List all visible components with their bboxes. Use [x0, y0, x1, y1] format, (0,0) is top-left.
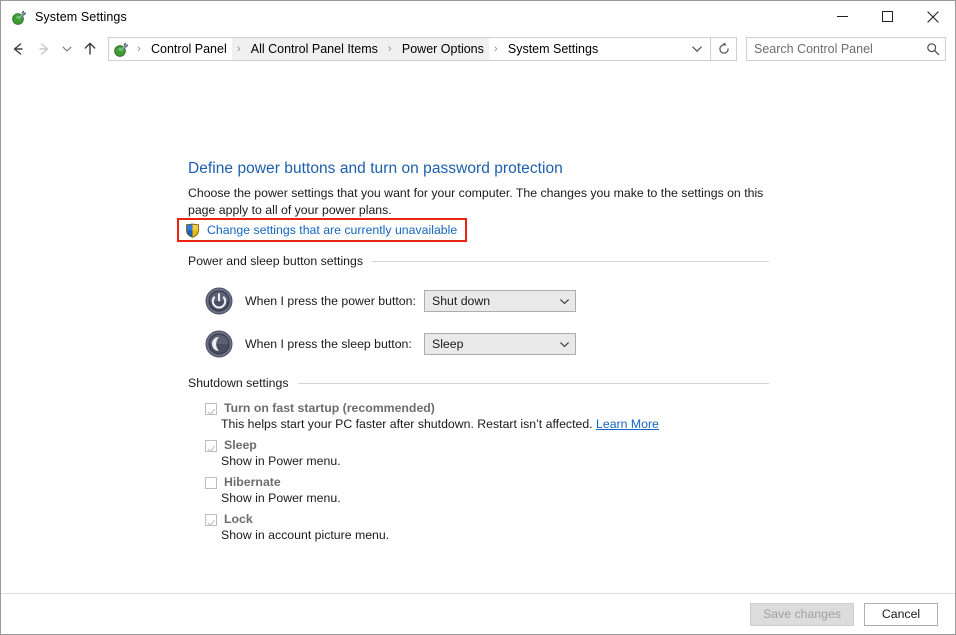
sleep-button-action-select[interactable]: Sleep: [424, 333, 576, 355]
shutdown-section-label: Shutdown settings: [188, 376, 289, 390]
window-controls: [820, 1, 955, 32]
save-changes-button[interactable]: Save changes: [750, 602, 854, 626]
fast-startup-checkbox[interactable]: [205, 403, 217, 415]
recent-pages-chevron-down-icon[interactable]: [57, 36, 77, 62]
checkbox-row-lock[interactable]: Lock: [205, 512, 253, 526]
lock-checkbox[interactable]: [205, 514, 217, 526]
search-icon[interactable]: [921, 38, 945, 60]
breadcrumb-item-system-settings[interactable]: System Settings: [503, 38, 603, 60]
power-button-action-value: Shut down: [432, 294, 491, 308]
breadcrumb-separator: ›: [231, 38, 246, 60]
minimize-button[interactable]: [820, 1, 865, 32]
lock-description: Show in account picture menu.: [221, 528, 390, 542]
system-settings-window: System Settings › Control Panel › All Co…: [0, 0, 956, 635]
checkbox-row-hibernate[interactable]: Hibernate: [205, 475, 281, 489]
learn-more-link[interactable]: Learn More: [596, 417, 659, 431]
shutdown-section-header: Shutdown settings: [188, 376, 769, 390]
page-title: Define power buttons and turn on passwor…: [188, 160, 563, 177]
window-title: System Settings: [35, 9, 127, 24]
power-section-label: Power and sleep button settings: [188, 254, 364, 268]
breadcrumb: › Control Panel › All Control Panel Item…: [109, 38, 684, 60]
forward-arrow-icon: [31, 36, 57, 62]
breadcrumb-power-options-icon: [113, 41, 129, 57]
close-button[interactable]: [910, 1, 955, 32]
breadcrumb-separator: ›: [494, 43, 498, 55]
breadcrumb-item-control-panel[interactable]: Control Panel: [146, 38, 232, 60]
power-button-row: When I press the power button:: [205, 287, 416, 315]
power-button-icon: [205, 287, 233, 315]
uac-change-settings-link[interactable]: Change settings that are currently unava…: [207, 223, 457, 237]
sleep-label: Sleep: [224, 438, 257, 452]
address-dropdown-chevron-down-icon[interactable]: [684, 38, 710, 60]
chevron-down-icon: [554, 296, 575, 307]
power-section-header: Power and sleep button settings: [188, 254, 769, 268]
search-box[interactable]: [746, 37, 946, 61]
chevron-down-icon: [554, 339, 575, 350]
lock-label: Lock: [224, 512, 253, 526]
breadcrumb-separator: ›: [137, 43, 141, 55]
main-content: Define power buttons and turn on passwor…: [1, 66, 955, 593]
sleep-button-icon: [205, 330, 233, 358]
hibernate-checkbox[interactable]: [205, 477, 217, 489]
window-titlebar: System Settings: [1, 1, 955, 32]
breadcrumb-item-power-options[interactable]: Power Options: [396, 38, 489, 60]
power-button-label: When I press the power button:: [245, 294, 416, 308]
fast-startup-description: This helps start your PC faster after sh…: [221, 417, 659, 431]
navigation-bar: › Control Panel › All Control Panel Item…: [1, 32, 955, 66]
search-input[interactable]: [747, 39, 921, 59]
hibernate-label: Hibernate: [224, 475, 281, 489]
power-options-icon: [11, 9, 27, 25]
power-button-action-select[interactable]: Shut down: [424, 290, 576, 312]
breadcrumb-separator: ›: [382, 38, 397, 60]
breadcrumb-item-all-control-panel-items[interactable]: All Control Panel Items: [245, 38, 383, 60]
uac-shield-icon: [185, 223, 200, 238]
section-divider: [297, 382, 769, 384]
checkbox-row-fast-startup[interactable]: Turn on fast startup (recommended): [205, 401, 435, 415]
cancel-button[interactable]: Cancel: [864, 602, 938, 626]
dialog-footer: Save changes Cancel: [1, 593, 955, 634]
sleep-button-label: When I press the sleep button:: [245, 337, 412, 351]
maximize-button[interactable]: [865, 1, 910, 32]
section-divider: [372, 260, 769, 262]
sleep-checkbox[interactable]: [205, 440, 217, 452]
refresh-icon[interactable]: [711, 37, 737, 61]
back-arrow-icon[interactable]: [5, 36, 31, 62]
up-arrow-icon[interactable]: [77, 36, 103, 62]
fast-startup-description-text: This helps start your PC faster after sh…: [221, 417, 593, 431]
sleep-description: Show in Power menu.: [221, 454, 341, 468]
uac-change-settings-link-highlight[interactable]: Change settings that are currently unava…: [177, 218, 468, 242]
hibernate-description: Show in Power menu.: [221, 491, 341, 505]
fast-startup-label: Turn on fast startup (recommended): [224, 401, 435, 415]
address-bar[interactable]: › Control Panel › All Control Panel Item…: [108, 37, 711, 61]
sleep-button-row: When I press the sleep button:: [205, 330, 412, 358]
checkbox-row-sleep[interactable]: Sleep: [205, 438, 257, 452]
page-description: Choose the power settings that you want …: [188, 186, 764, 217]
sleep-button-action-value: Sleep: [432, 337, 464, 351]
